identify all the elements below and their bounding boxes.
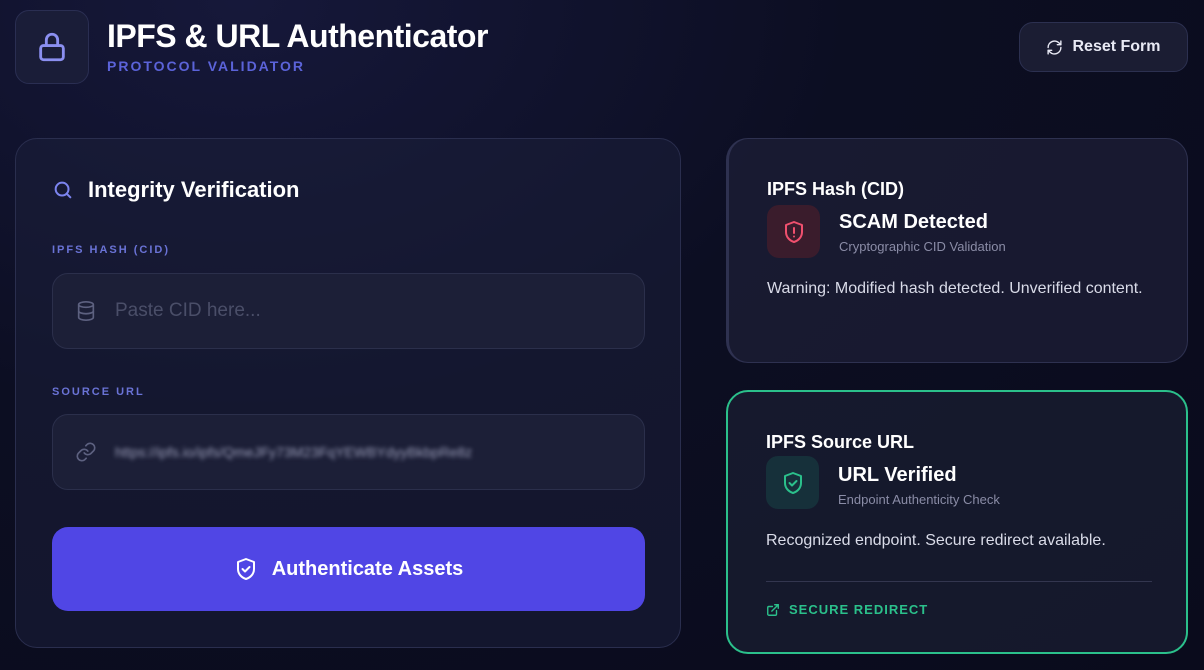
url-input[interactable] xyxy=(115,444,625,460)
authenticate-assets-button[interactable]: Authenticate Assets xyxy=(52,527,645,611)
app-title: IPFS & URL Authenticator xyxy=(107,18,488,54)
cid-result-check: Cryptographic CID Validation xyxy=(839,239,1006,254)
cid-result-message: Warning: Modified hash detected. Unverif… xyxy=(767,280,1143,297)
app-subtitle: PROTOCOL VALIDATOR xyxy=(107,58,306,74)
cid-field[interactable] xyxy=(52,273,645,349)
cid-result-icon-box xyxy=(767,205,820,258)
search-icon xyxy=(54,181,72,199)
url-result-icon-box xyxy=(766,456,819,509)
reset-form-label: Reset Form xyxy=(1072,38,1161,55)
url-result-title: IPFS Source URL xyxy=(766,432,915,452)
external-link-icon xyxy=(767,603,779,616)
cid-result-status: SCAM Detected xyxy=(839,211,988,233)
reset-form-button[interactable]: Reset Form xyxy=(1019,22,1188,72)
url-result-message: Recognized endpoint. Secure redirect ava… xyxy=(766,532,1106,549)
cid-field-label: IPFS HASH (CID) xyxy=(52,244,170,256)
card-title: Integrity Verification xyxy=(88,177,300,202)
shield-alert-icon xyxy=(784,220,803,243)
url-result-status: URL Verified xyxy=(838,464,957,486)
secure-redirect-label: SECURE REDIRECT xyxy=(789,602,929,617)
link-icon xyxy=(76,442,96,462)
app-logo xyxy=(15,10,89,84)
lock-icon xyxy=(39,32,65,62)
cid-result-card: IPFS Hash (CID) SCAM Detected Cryptograp… xyxy=(726,138,1188,363)
url-field-label: SOURCE URL xyxy=(52,386,145,398)
divider xyxy=(766,581,1152,582)
secure-redirect-link[interactable]: SECURE REDIRECT xyxy=(766,602,928,617)
cid-input[interactable] xyxy=(115,300,625,322)
refresh-icon xyxy=(1047,39,1063,55)
database-icon xyxy=(77,301,95,321)
cid-result-title: IPFS Hash (CID) xyxy=(767,179,905,199)
url-result-card: IPFS Source URL URL Verified Endpoint Au… xyxy=(726,390,1188,654)
authenticate-assets-label: Authenticate Assets xyxy=(271,557,464,580)
shield-check-icon xyxy=(236,558,255,580)
url-field[interactable] xyxy=(52,414,645,490)
card-header: Integrity Verification xyxy=(52,177,300,203)
url-result-check: Endpoint Authenticity Check xyxy=(838,492,1000,507)
integrity-verification-card: Integrity Verification IPFS HASH (CID) S… xyxy=(15,138,681,648)
shield-check-icon xyxy=(783,471,802,494)
